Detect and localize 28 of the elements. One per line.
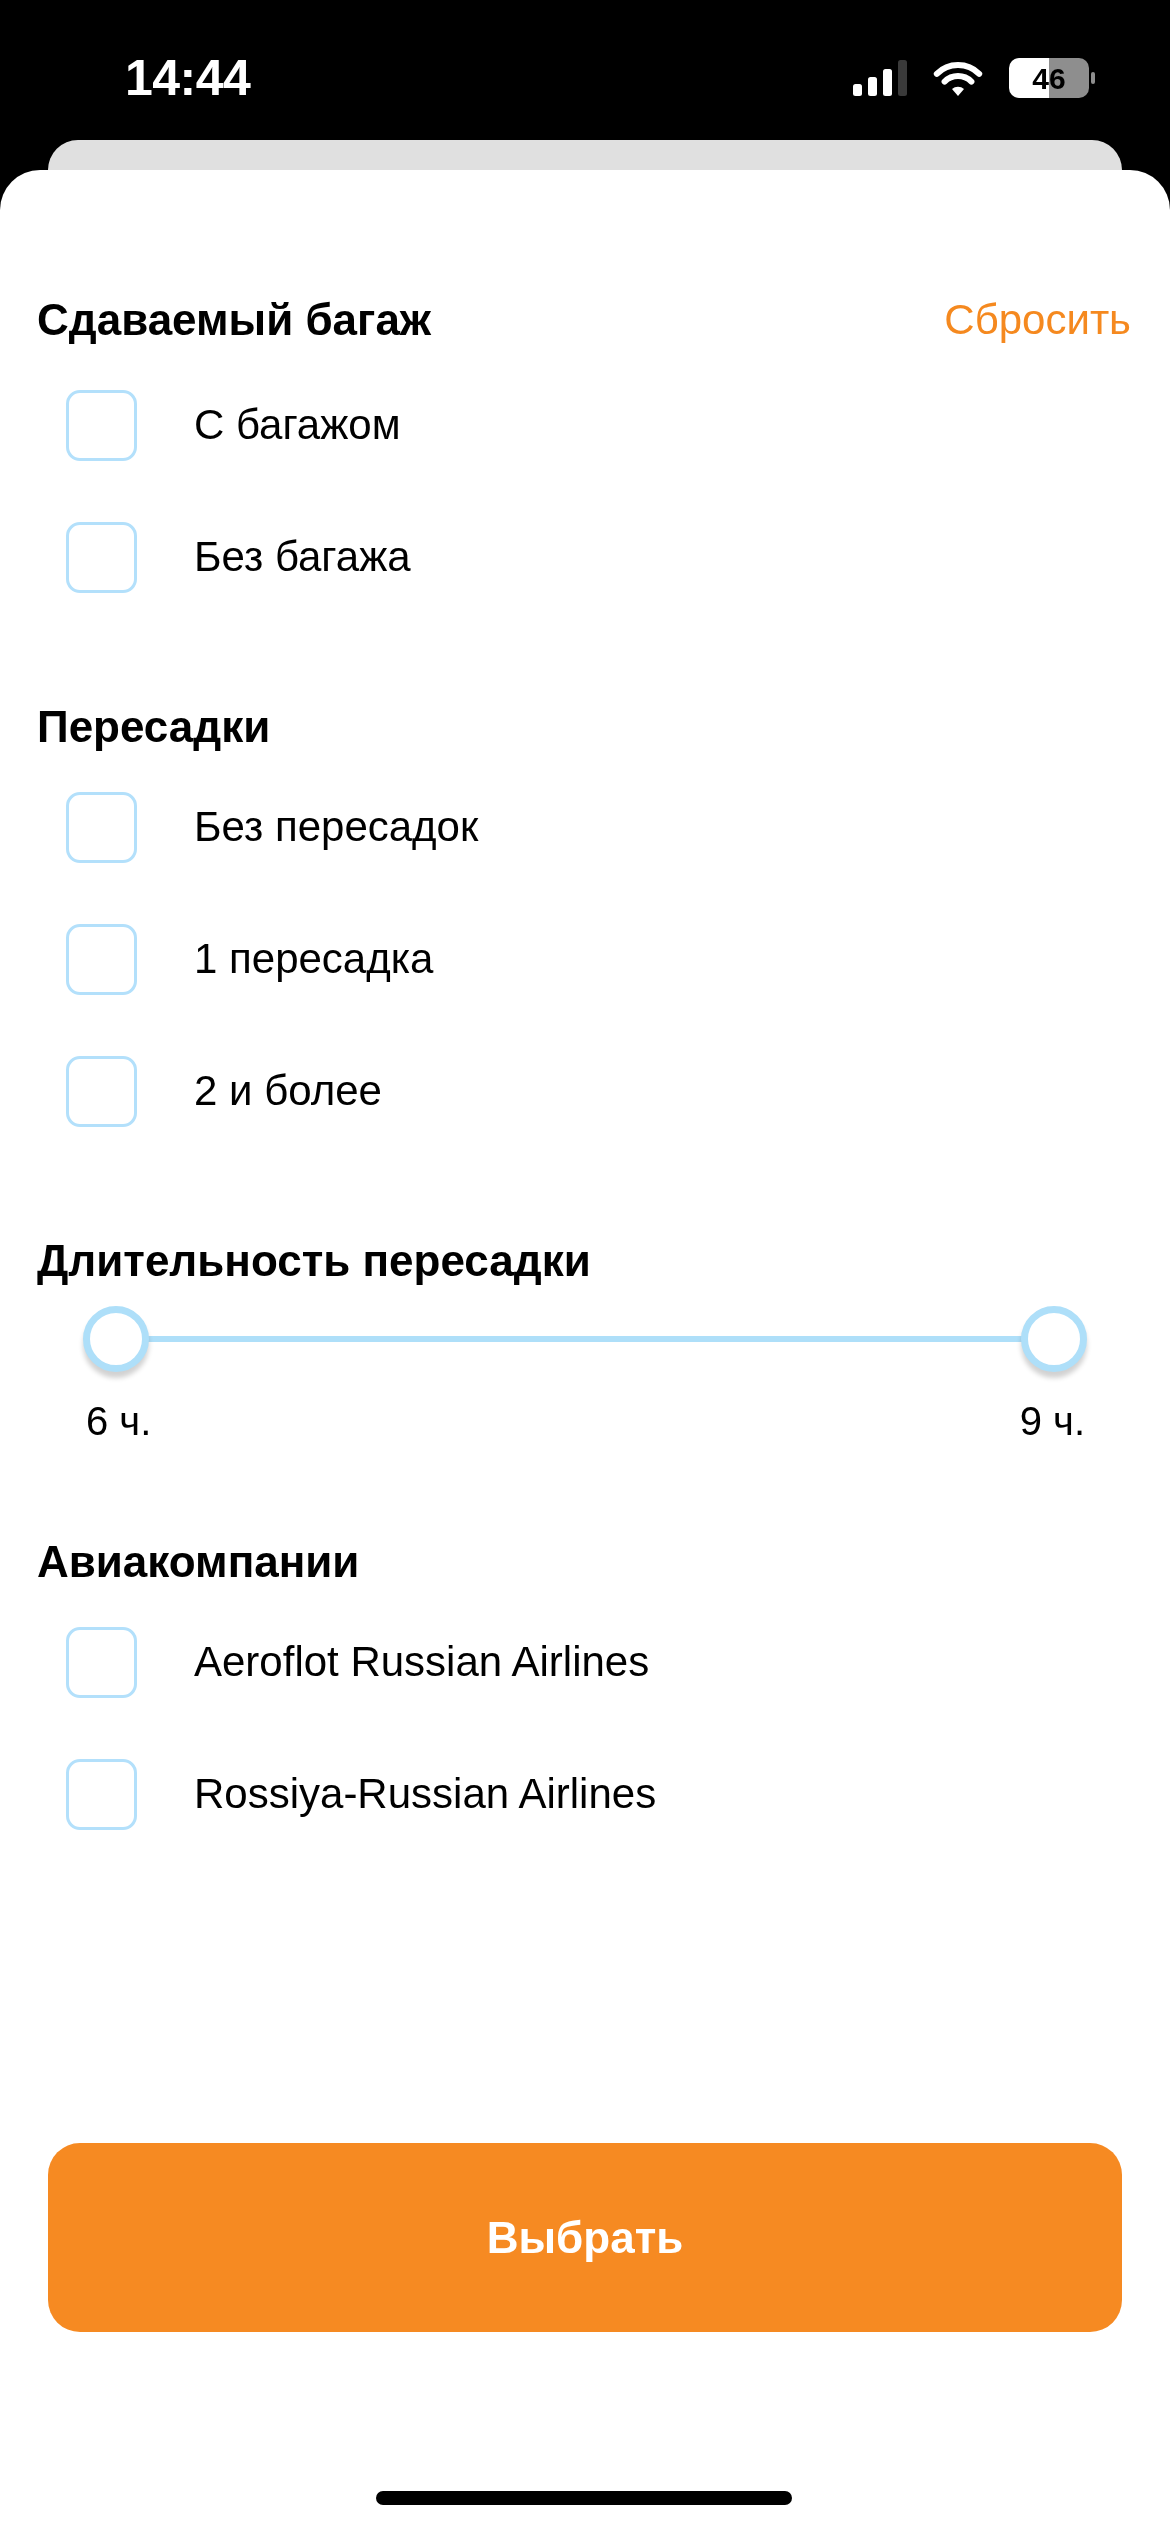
battery-indicator: 46 xyxy=(1009,58,1095,98)
section-title: Длительность пересадки xyxy=(37,1236,591,1286)
slider-value-label: 6 ч. xyxy=(86,1398,152,1445)
status-time: 14:44 xyxy=(125,49,251,107)
checkbox[interactable] xyxy=(66,791,137,863)
signal-icon xyxy=(853,60,907,96)
option-label: 1 пересадка xyxy=(194,935,434,983)
checkbox[interactable] xyxy=(66,923,137,995)
slider-value-label: 9 ч. xyxy=(1019,1398,1085,1445)
section-title: Пересадки xyxy=(37,702,271,752)
option-label: С багажом xyxy=(194,401,401,449)
checkbox[interactable] xyxy=(66,1758,137,1830)
submit-button[interactable]: Выбрать xyxy=(48,2143,1122,2332)
checkbox[interactable] xyxy=(66,1626,137,1698)
reset-link[interactable]: Сбросить xyxy=(944,296,1131,344)
option-label: Rossiya-Russian Airlines xyxy=(194,1770,657,1818)
slider-thumb[interactable] xyxy=(83,1306,149,1372)
checkbox[interactable] xyxy=(66,1055,137,1127)
wifi-icon xyxy=(933,59,983,97)
checkbox[interactable] xyxy=(66,389,137,461)
option-label: 2 и более xyxy=(194,1067,382,1115)
option-label: Без пересадок xyxy=(194,803,479,851)
option-label: Aeroflot Russian Airlines xyxy=(194,1638,650,1686)
section-title: Авиакомпании xyxy=(37,1537,360,1587)
option-label: Без багажа xyxy=(194,533,411,581)
section-title: Сдаваемый багаж xyxy=(37,295,432,345)
slider-thumb[interactable] xyxy=(1021,1306,1087,1372)
checkbox[interactable] xyxy=(66,521,137,593)
